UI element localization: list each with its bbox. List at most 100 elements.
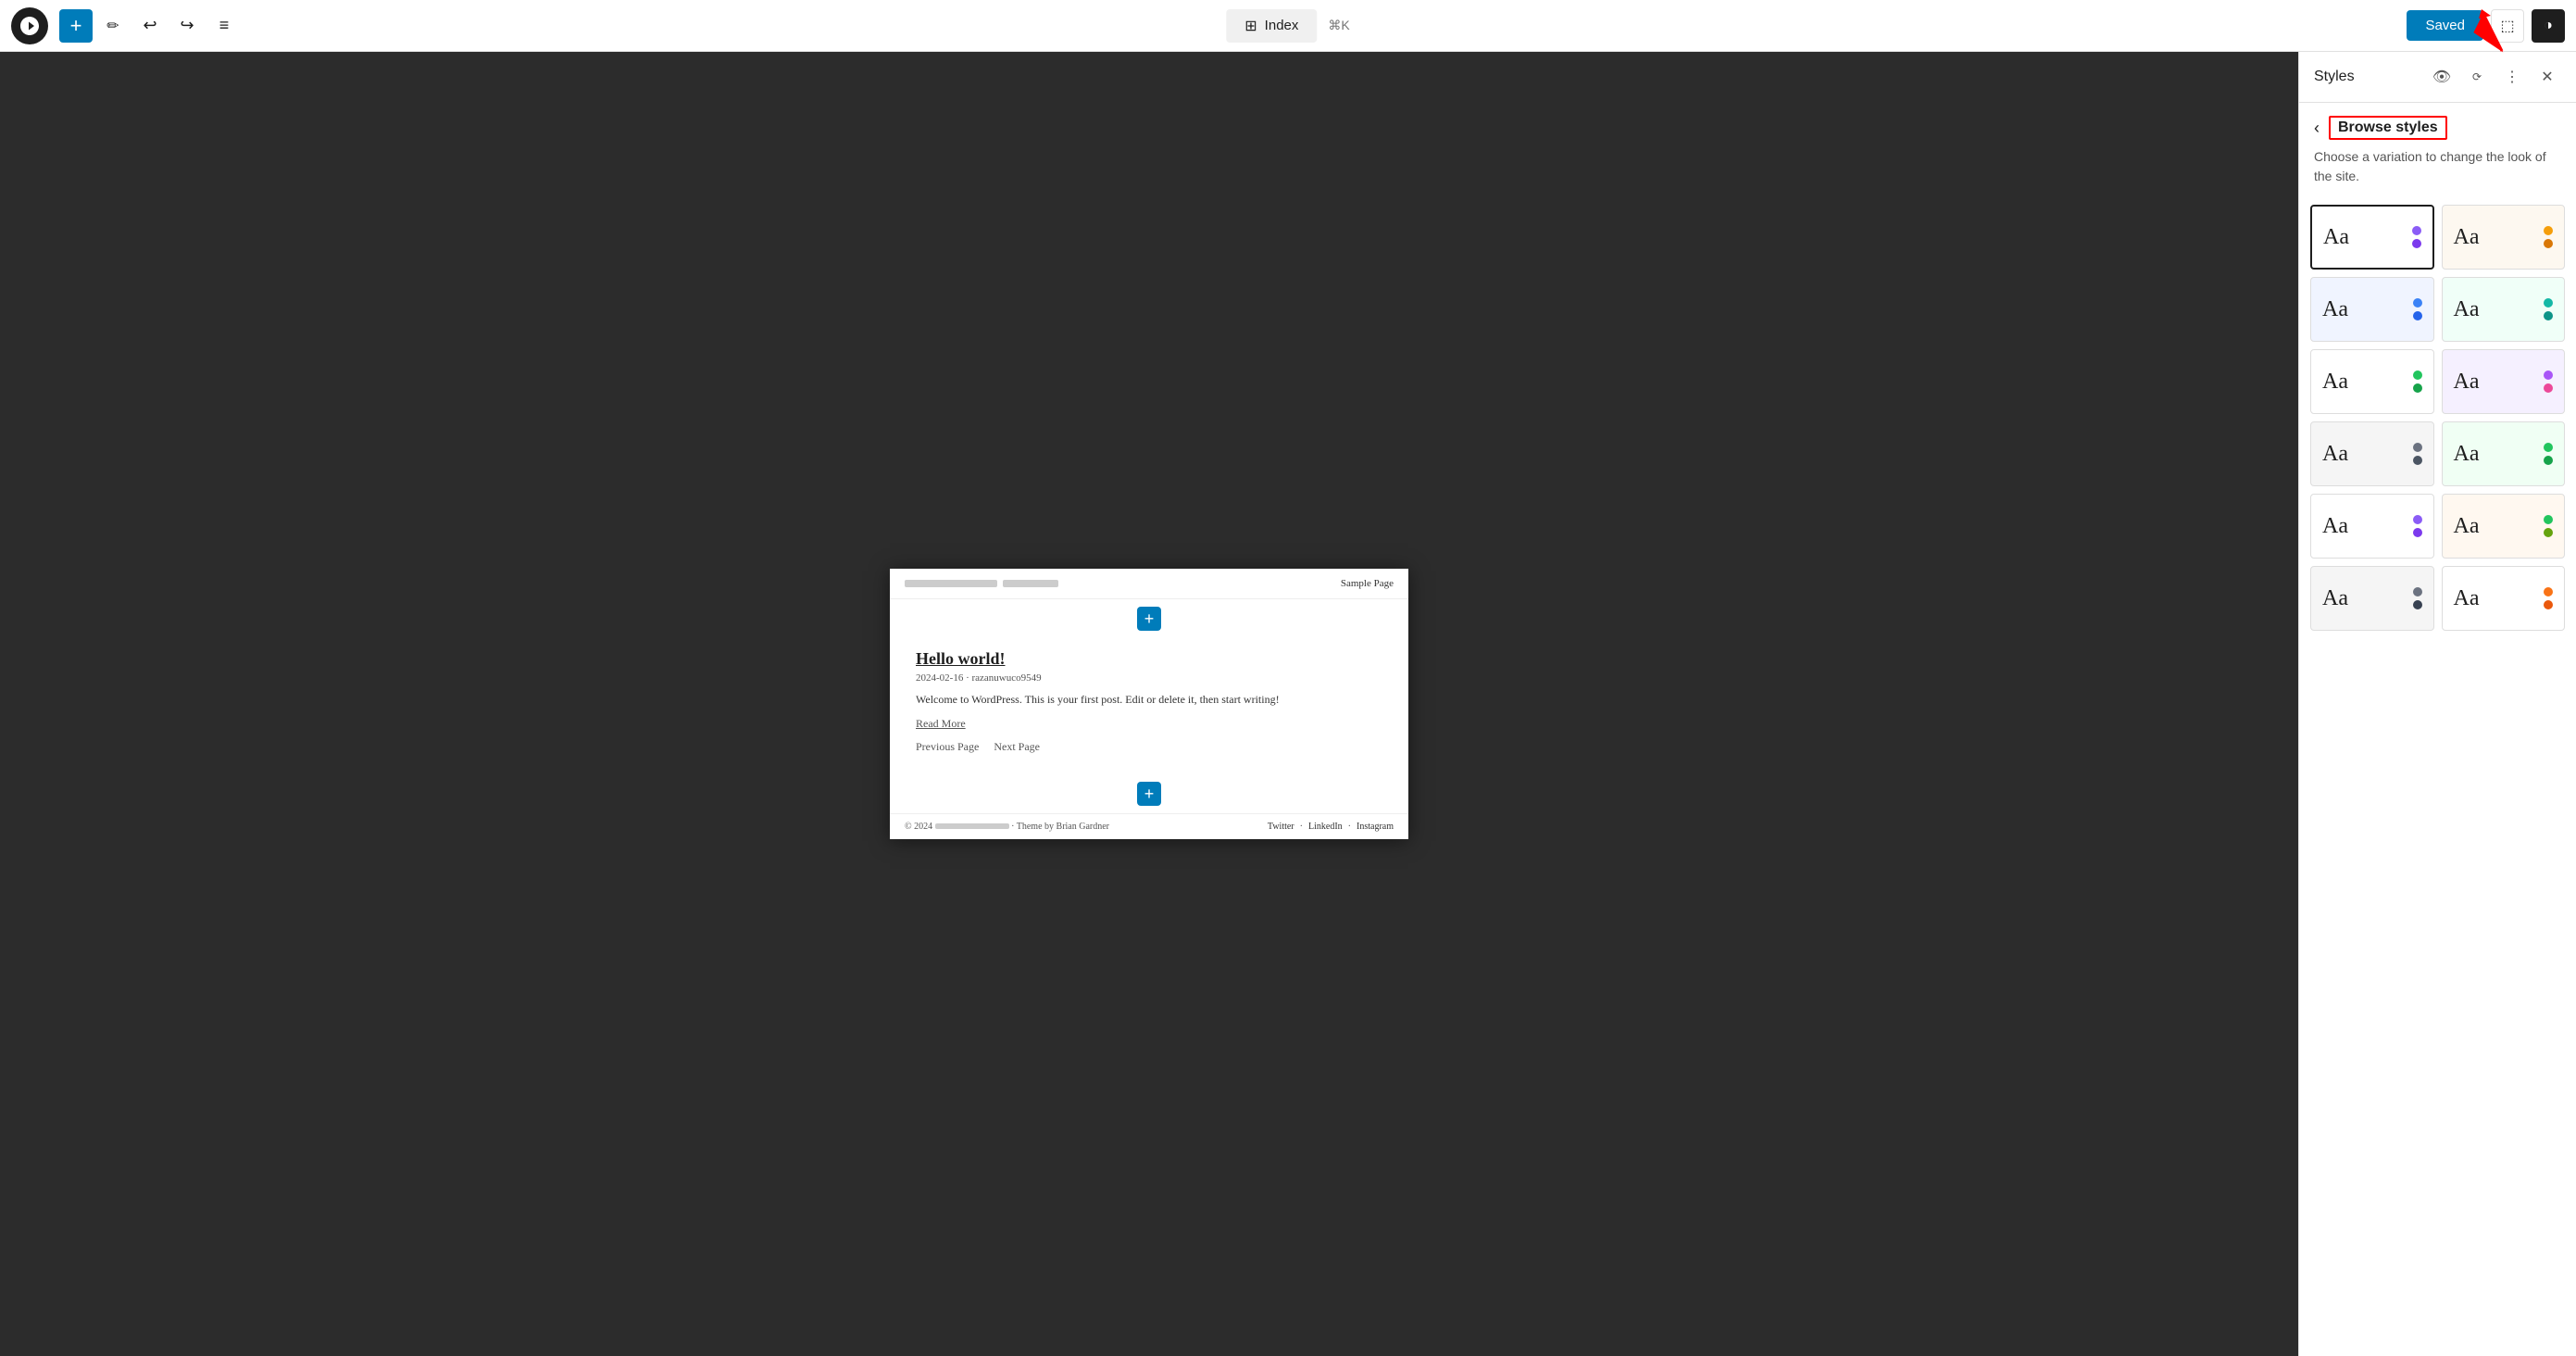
index-icon: ⊞ [1244,17,1257,35]
styles-more-button[interactable]: ⋮ [2498,63,2526,91]
footer-site-name [935,823,1009,829]
add-block-top: + [890,599,1408,638]
canvas-area: Sample Page + Hello world! 2024-02-16 · … [0,52,2298,1356]
add-block-bottom-button[interactable]: + [1137,782,1161,806]
preview-header: Sample Page [890,569,1408,599]
style-card-text-5: Aa [2322,370,2348,395]
style-card-dots-8 [2544,443,2553,465]
style-card-10[interactable]: Aa [2442,494,2566,559]
style-card-text-10: Aa [2454,514,2480,539]
browse-styles-header: ‹ Browse styles [2299,103,2576,147]
wp-logo[interactable] [11,7,48,44]
dot-top-9 [2413,515,2422,524]
preview-footer: © 2024 · Theme by Brian Gardner Twitter … [890,813,1408,839]
pagination: Previous Page Next Page [916,740,1382,754]
dot-bottom-7 [2413,456,2422,465]
dot-bottom-1 [2412,239,2421,248]
back-button[interactable]: ‹ [2314,119,2320,138]
toolbar: + ✏ ↩ ↪ ≡ ⊞ Index ⌘K Saved ⬚ ◑ [0,0,2576,52]
style-card-dots-9 [2413,515,2422,537]
preview-header-left [905,580,1058,587]
style-card-text-6: Aa [2454,370,2480,395]
dot-bottom-12 [2544,600,2553,609]
style-card-8[interactable]: Aa [2442,421,2566,486]
add-block-bottom: + [890,774,1408,813]
styles-panel: Styles 👁 ⟳ ⋮ ✕ ‹ Browse styles Choose a … [2298,52,2576,1356]
style-card-3[interactable]: Aa [2310,277,2434,342]
main-area: Sample Page + Hello world! 2024-02-16 · … [0,52,2576,1356]
style-card-text-8: Aa [2454,442,2480,467]
edit-button[interactable]: ✏ [96,9,130,43]
dot-top-12 [2544,587,2553,596]
dot-top-4 [2544,298,2553,308]
shortcut-text: ⌘K [1328,18,1349,33]
dot-bottom-10 [2544,528,2553,537]
instagram-link[interactable]: Instagram [1357,822,1394,832]
index-button[interactable]: ⊞ Index [1226,9,1317,43]
toolbar-left: + ✏ ↩ ↪ ≡ [11,7,241,44]
preview-frame: Sample Page + Hello world! 2024-02-16 · … [890,569,1408,839]
style-card-text-3: Aa [2322,297,2348,322]
style-card-text-1: Aa [2323,225,2349,250]
dot-top-3 [2413,298,2422,308]
dot-bottom-4 [2544,311,2553,320]
add-button[interactable]: + [59,9,93,43]
styles-grid: AaAaAaAaAaAaAaAaAaAaAaAa [2299,197,2576,638]
style-card-dots-10 [2544,515,2553,537]
style-card-dots-6 [2544,370,2553,393]
style-card-text-11: Aa [2322,586,2348,611]
style-card-7[interactable]: Aa [2310,421,2434,486]
redo-button[interactable]: ↪ [170,9,204,43]
style-card-dots-5 [2413,370,2422,393]
style-card-11[interactable]: Aa [2310,566,2434,631]
style-card-dots-3 [2413,298,2422,320]
style-card-dots-7 [2413,443,2422,465]
style-card-9[interactable]: Aa [2310,494,2434,559]
styles-revisions-button[interactable]: ⟳ [2463,63,2491,91]
sample-page-link[interactable]: Sample Page [1341,578,1394,589]
prev-page-link[interactable]: Previous Page [916,740,979,754]
saved-button[interactable]: Saved [2407,10,2483,41]
undo-button[interactable]: ↩ [133,9,167,43]
styles-panel-header: Styles 👁 ⟳ ⋮ ✕ [2299,52,2576,103]
style-card-text-2: Aa [2454,225,2480,250]
index-label: Index [1265,18,1299,33]
post-title: Hello world! [916,649,1382,669]
style-card-text-4: Aa [2454,297,2480,322]
post-meta: 2024-02-16 · razanuwuco9549 [916,672,1382,684]
linkedin-link[interactable]: LinkedIn [1308,822,1343,832]
style-card-6[interactable]: Aa [2442,349,2566,414]
header-nav-placeholder [1003,580,1058,587]
styles-eye-button[interactable]: 👁 [2428,63,2456,91]
style-card-dots-4 [2544,298,2553,320]
dot-bottom-5 [2413,383,2422,393]
dot-top-1 [2412,226,2421,235]
dot-bottom-2 [2544,239,2553,248]
list-button[interactable]: ≡ [207,9,241,43]
read-more-link[interactable]: Read More [916,717,1382,731]
style-card-dots-1 [2412,226,2421,248]
theme-toggle-button[interactable]: ◑ [2532,9,2565,43]
style-card-12[interactable]: Aa [2442,566,2566,631]
dot-top-2 [2544,226,2553,235]
style-card-1[interactable]: Aa [2310,205,2434,270]
footer-links: Twitter · LinkedIn · Instagram [1268,822,1394,832]
add-block-top-button[interactable]: + [1137,607,1161,631]
twitter-link[interactable]: Twitter [1268,822,1294,832]
style-card-dots-12 [2544,587,2553,609]
layout-button[interactable]: ⬚ [2491,9,2524,43]
dot-top-5 [2413,370,2422,380]
footer-copyright: © 2024 [905,822,932,832]
dot-top-10 [2544,515,2553,524]
post-body: Welcome to WordPress. This is your first… [916,691,1382,708]
style-card-5[interactable]: Aa [2310,349,2434,414]
browse-styles-title: Browse styles [2329,116,2447,140]
dot-top-11 [2413,587,2422,596]
style-card-2[interactable]: Aa [2442,205,2566,270]
styles-close-button[interactable]: ✕ [2533,63,2561,91]
next-page-link[interactable]: Next Page [994,740,1040,754]
footer-left: © 2024 · Theme by Brian Gardner [905,822,1109,832]
dot-top-7 [2413,443,2422,452]
style-card-4[interactable]: Aa [2442,277,2566,342]
footer-theme: · Theme by Brian Gardner [1011,822,1109,832]
